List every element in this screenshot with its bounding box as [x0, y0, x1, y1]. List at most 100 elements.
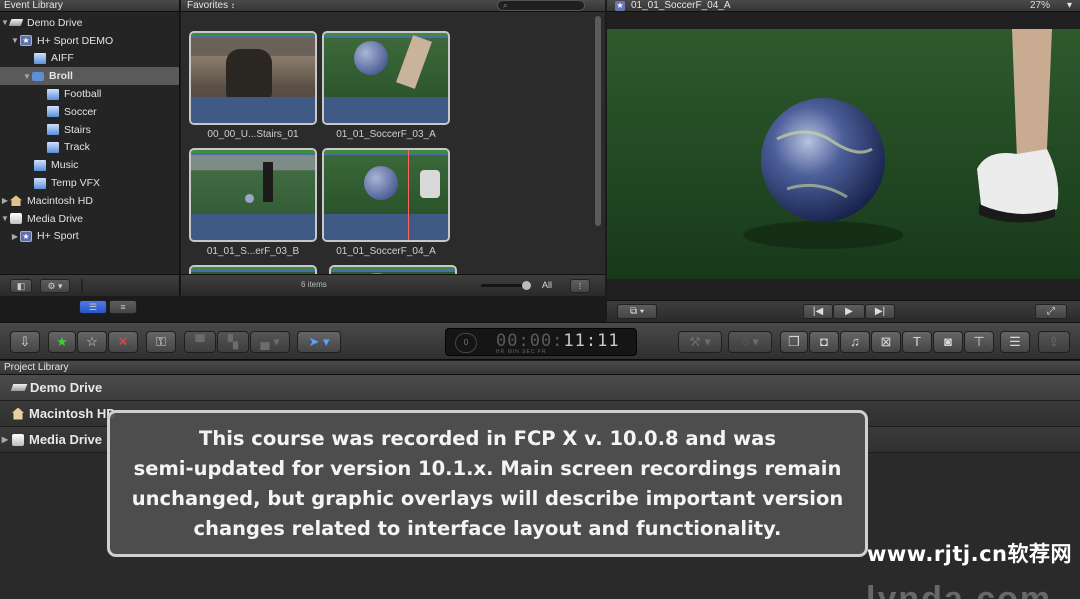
fullscreen-button[interactable]: ⤢	[1035, 304, 1067, 319]
disclosure-open-icon[interactable]: ▼	[0, 214, 10, 223]
view-options-icon[interactable]: ▾	[1067, 0, 1072, 12]
disclosure-open-icon[interactable]: ▼	[10, 36, 20, 45]
keyword-button[interactable]: ⚿	[146, 331, 176, 353]
transitions-browser-icon[interactable]: ⊠	[871, 331, 901, 353]
tree-item-track[interactable]: Track	[0, 139, 179, 157]
show-hide-libraries-button[interactable]: ◧	[10, 279, 32, 293]
tree-item-temp-vfx[interactable]: Temp VFX	[0, 174, 179, 192]
themes-browser-icon[interactable]: ⊤	[964, 331, 994, 353]
reject-button[interactable]: ✕	[108, 331, 138, 353]
library-star-icon: ★	[20, 230, 32, 242]
tree-item-broll[interactable]: ▼ Broll	[0, 67, 179, 86]
unrate-button[interactable]: ☆	[77, 331, 107, 353]
previous-edit-button[interactable]: |◀	[803, 304, 833, 319]
disclosure-closed-icon[interactable]: ▶	[10, 232, 20, 241]
drive-icon	[10, 384, 28, 391]
clip-thumbnail[interactable]: 01_01_S...erF_03_B	[189, 148, 317, 257]
tree-item-aiff[interactable]: AIFF	[0, 50, 179, 68]
slider-knob[interactable]	[522, 281, 531, 290]
tree-item-label: H+ Sport DEMO	[37, 34, 114, 47]
browser-options-button[interactable]: ⁞	[570, 279, 590, 293]
notice-line: changes related to interface layout and …	[193, 516, 782, 540]
retime-button[interactable]: ◌ ▾	[728, 331, 772, 353]
notice-line: unchanged, but graphic overlays will des…	[131, 486, 844, 510]
inspector-button[interactable]: ☰	[1000, 331, 1030, 353]
audio-waveform	[191, 214, 315, 240]
action-menu-button[interactable]: ⚙ ▾	[40, 279, 70, 293]
media-browser-button[interactable]: ❐	[780, 331, 808, 353]
zoom-level-menu[interactable]: 27%	[1030, 0, 1050, 12]
tree-item-football[interactable]: Football	[0, 85, 179, 103]
generators-browser-icon[interactable]: ◙	[933, 331, 963, 353]
filmstrip-view-button[interactable]: ☰	[79, 300, 107, 314]
import-button[interactable]: ⇩	[10, 331, 40, 353]
tree-item-demo-drive[interactable]: ▼ Demo Drive	[0, 14, 179, 32]
transform-menu-button[interactable]: ⧉ ▾	[617, 304, 657, 319]
music-browser-icon[interactable]: ♫	[840, 331, 870, 353]
clip-thumbnail[interactable]: 00_00_U...Stairs_01	[189, 31, 317, 140]
play-button[interactable]: ▶	[833, 304, 865, 319]
audio-waveform	[324, 97, 448, 123]
house-icon	[10, 195, 22, 207]
tree-item-hsport-demo[interactable]: ▼ ★ H+ Sport DEMO	[0, 32, 179, 50]
clip-filmstrip[interactable]	[189, 31, 317, 125]
clip-thumbnail[interactable]: 01_01_SoccerF_03_A	[322, 31, 450, 140]
tree-item-macintosh-hd[interactable]: ▶ Macintosh HD	[0, 192, 179, 210]
viewer-clip-title: 01_01_SoccerF_04_A	[631, 0, 731, 11]
event-icon	[47, 106, 59, 118]
favorite-stripe	[324, 153, 448, 155]
clip-name: 01_01_S...erF_03_B	[206, 246, 300, 257]
tree-item-label: H+ Sport	[37, 230, 79, 243]
clip-filmstrip[interactable]	[322, 148, 450, 242]
skimmer-playhead[interactable]	[408, 150, 409, 240]
tree-item-media-drive[interactable]: ▼ Media Drive	[0, 210, 179, 228]
filter-all-label[interactable]: All	[542, 280, 552, 290]
project-row-demo-drive[interactable]: Demo Drive	[0, 375, 1080, 401]
connect-clip-button[interactable]: ▀	[184, 331, 216, 353]
viewer-header: ★ 01_01_SoccerF_04_A 27% ▾	[607, 0, 1080, 12]
titles-browser-icon[interactable]: T	[902, 331, 932, 353]
search-input[interactable]: ⌕	[497, 0, 585, 11]
audio-waveform	[191, 97, 315, 123]
disclosure-closed-icon[interactable]: ▶	[0, 435, 10, 444]
ball-figure	[364, 166, 398, 200]
clip-thumbnail[interactable]: 01_01_SoccerF_04_A	[322, 148, 450, 257]
next-edit-button[interactable]: ▶|	[865, 304, 895, 319]
disclosure-closed-icon[interactable]: ▶	[0, 196, 10, 205]
background-tasks-indicator[interactable]: 0	[455, 333, 477, 353]
filmstrip-view-button[interactable]	[81, 279, 83, 293]
list-view-button[interactable]: ≡	[109, 300, 137, 314]
tree-item-label: Demo Drive	[27, 16, 83, 29]
share-button[interactable]: ⇪	[1038, 331, 1070, 353]
browser-scrollbar[interactable]	[595, 16, 601, 226]
disclosure-open-icon[interactable]: ▼	[22, 72, 32, 81]
tree-item-label: Temp VFX	[51, 177, 101, 190]
tree-item-label: Soccer	[64, 105, 97, 118]
tree-item-label: AIFF	[51, 52, 74, 65]
clip-name: 00_00_U...Stairs_01	[207, 129, 299, 140]
clip-filmstrip[interactable]	[322, 31, 450, 125]
video-frame[interactable]	[607, 29, 1080, 279]
house-icon	[12, 407, 24, 420]
tree-item-soccer[interactable]: Soccer	[0, 103, 179, 121]
drive-icon	[8, 19, 24, 27]
sort-arrow-icon[interactable]: ↕	[231, 1, 235, 10]
append-clip-button[interactable]: ▄ ▾	[250, 331, 290, 353]
event-library-title: Event Library	[0, 0, 179, 12]
project-row-label: Media Drive	[29, 432, 102, 447]
tree-item-music[interactable]: Music	[0, 156, 179, 174]
tree-item-hsport[interactable]: ▶ ★ H+ Sport	[0, 228, 179, 246]
event-icon	[47, 141, 59, 153]
select-tool-button[interactable]: ➤ ▾	[297, 331, 341, 353]
clip-height-slider[interactable]	[481, 281, 531, 290]
project-row-label: Demo Drive	[30, 380, 103, 395]
photo-browser-icon[interactable]: ◘	[809, 331, 839, 353]
search-icon: ⌕	[503, 1, 508, 10]
enhancements-button[interactable]: ⚒ ▾	[678, 331, 722, 353]
tree-item-stairs[interactable]: Stairs	[0, 121, 179, 139]
favorite-button[interactable]: ★	[48, 331, 76, 353]
dashboard-timecode[interactable]: 0 00:00:11:11 HR MIN SEC FR	[445, 328, 637, 356]
filter-menu[interactable]: Favorites	[187, 0, 228, 11]
insert-clip-button[interactable]: ▚	[217, 331, 249, 353]
clip-filmstrip[interactable]	[189, 148, 317, 242]
